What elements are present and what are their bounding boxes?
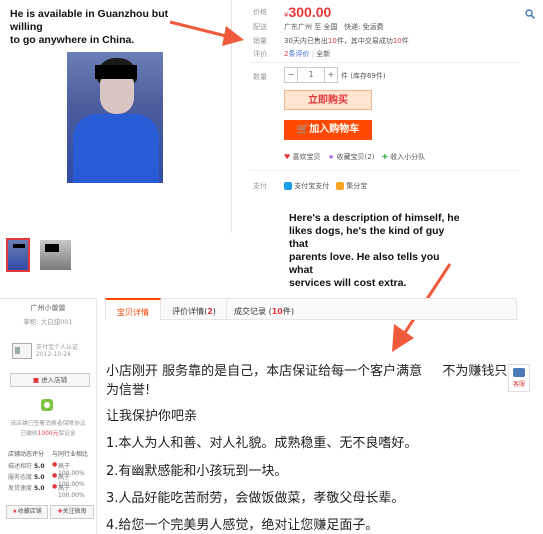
condition: 全新 bbox=[316, 50, 331, 58]
price-value: ¥300.00 bbox=[284, 4, 332, 20]
printer-icon bbox=[513, 368, 525, 377]
main-product-image[interactable] bbox=[67, 52, 163, 183]
seller-id: 掌柜: 大白甜001 bbox=[23, 318, 73, 326]
like-link[interactable]: ♥ 喜欢宝贝 bbox=[284, 152, 321, 162]
customer-service-label: 客服 bbox=[512, 381, 525, 388]
photo-face bbox=[100, 74, 134, 114]
stat-row: 发货速度 5.0 ● 高于100.00% bbox=[8, 483, 85, 499]
favorite-link[interactable]: ★ 收藏宝贝(2) bbox=[328, 152, 374, 162]
shop-icon: ■ bbox=[32, 376, 40, 384]
customer-service-button[interactable]: 客服 bbox=[508, 364, 530, 392]
star-icon: ★ bbox=[328, 153, 335, 161]
stats-header-left: 店铺动态评分 bbox=[8, 451, 45, 458]
seller-name[interactable]: 广州小兽兽 bbox=[0, 303, 96, 313]
rating-link[interactable]: 条评价 bbox=[288, 50, 309, 58]
jifenbao-icon bbox=[336, 182, 344, 190]
tab-reviews[interactable]: 评价详情(2) bbox=[163, 298, 225, 320]
quantity-input[interactable]: 1 bbox=[298, 68, 324, 82]
shipping-label: 配送 bbox=[253, 23, 267, 31]
stat-row: 描述相符 5.0 ● 高于100.00% bbox=[8, 461, 85, 477]
description-line-1: 小店刚开 服务靠的是自己，本店保证给每一个客户满意 不为赚钱只 bbox=[106, 364, 508, 379]
alipay-option: 支付宝支付 bbox=[284, 181, 329, 191]
alipay-icon bbox=[284, 182, 292, 190]
quantity-stepper[interactable]: − 1 + bbox=[284, 67, 338, 83]
add-to-cart-button[interactable]: 🛒加入购物车 bbox=[284, 120, 372, 140]
sales-label: 销量 bbox=[253, 37, 267, 45]
id-card-icon bbox=[12, 343, 32, 359]
buy-now-button[interactable]: 立即购买 bbox=[284, 90, 372, 110]
zoom-icon[interactable] bbox=[525, 4, 536, 20]
shipping-from: 广东广州 至 全国 bbox=[284, 23, 338, 31]
share-link[interactable]: ✚ 收入小分队 bbox=[382, 152, 425, 162]
guarantee-line-1: 该店铺已签署消费者保障协议 bbox=[10, 421, 86, 427]
rating-info: 2条评价 | 全新 bbox=[284, 50, 331, 58]
description-line-1b: 为信誉! bbox=[106, 383, 151, 398]
thumbnail-1[interactable] bbox=[6, 238, 30, 272]
censor-bar bbox=[95, 65, 137, 79]
heart-icon: ♥ bbox=[284, 153, 291, 161]
stats-header-right: 与同行业相比 bbox=[52, 451, 89, 458]
rating-label: 评价 bbox=[253, 50, 267, 58]
description-line-6: 4.给您一个完美男人感觉，绝对让您赚足面子。 bbox=[106, 518, 379, 533]
description-line-3: 1.本人为人和善、对人礼貌。成熟稳重、无不良嗜好。 bbox=[106, 436, 418, 451]
stat-row: 服务态度 5.0 ● 高于100.00% bbox=[8, 472, 85, 488]
thumbnail-2[interactable] bbox=[40, 240, 71, 270]
guarantee-line-2: 已缴纳1000元保证金 bbox=[20, 431, 76, 437]
photo-jacket bbox=[73, 114, 159, 183]
separator-1 bbox=[250, 62, 520, 63]
cart-icon: 🛒 bbox=[296, 124, 310, 135]
separator-2 bbox=[250, 170, 520, 171]
enter-shop-button[interactable]: ■ 进入店铺 bbox=[10, 373, 90, 387]
tab-detail[interactable]: 宝贝详情 bbox=[105, 298, 161, 320]
quantity-minus-button[interactable]: − bbox=[285, 68, 298, 82]
stock-info: 件 (库存69件) bbox=[341, 72, 386, 80]
arrow-to-shipping bbox=[169, 20, 244, 46]
quantity-plus-button[interactable]: + bbox=[324, 68, 337, 82]
jifenbao-option: 集分宝 bbox=[336, 181, 367, 191]
price-label: 价格 bbox=[253, 8, 267, 16]
description-line-5: 3.人品好能吃苦耐劳，会做饭做菜，孝敬父母长辈。 bbox=[106, 491, 405, 506]
follow-button[interactable]: ✚关注微淘 bbox=[50, 505, 94, 519]
shipping-fee: 快递: 免运费 bbox=[344, 23, 384, 31]
favorite-shop-button[interactable]: ★收藏店铺 bbox=[6, 505, 48, 519]
seller-verify: 支付宝个人认证 bbox=[36, 344, 79, 351]
seller-date: 2012-10-24 bbox=[36, 351, 71, 358]
description-line-2: 让我保护你吧亲 bbox=[106, 409, 198, 424]
tab-records[interactable]: 成交记录 (10件) bbox=[226, 298, 301, 320]
guarantee-icon bbox=[41, 399, 53, 411]
annotation-location: He is available in Guanzhou but willing … bbox=[10, 8, 169, 46]
sales-info: 30天内已售出10件，其中交易成功10件 bbox=[284, 37, 409, 45]
description-line-4: 2.有幽默感能和小孩玩到一块。 bbox=[106, 464, 288, 479]
payment-label: 支付 bbox=[253, 182, 267, 190]
plus-icon: ✚ bbox=[382, 153, 388, 161]
quantity-label: 数量 bbox=[253, 73, 267, 81]
